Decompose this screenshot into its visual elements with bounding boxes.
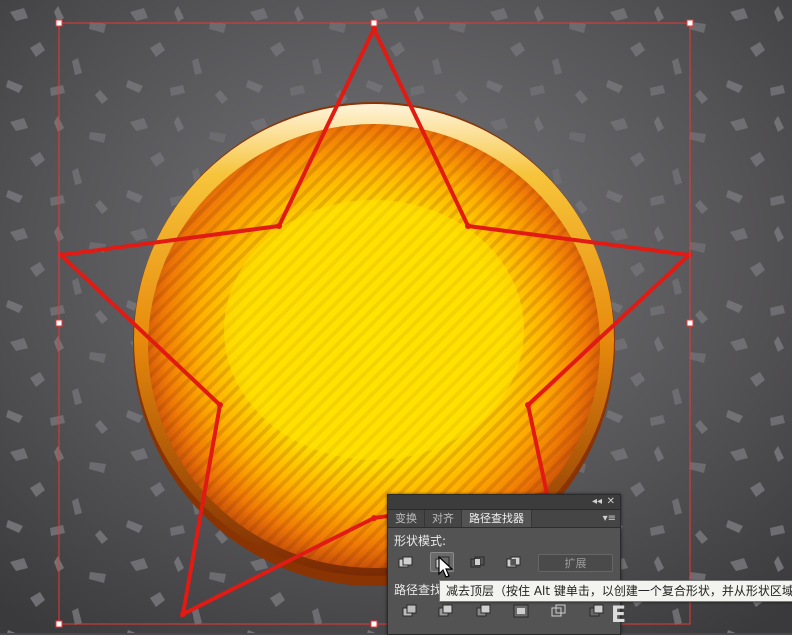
intersect-button[interactable] xyxy=(466,553,490,573)
minus-back-icon xyxy=(589,604,604,617)
trim-button[interactable] xyxy=(434,601,458,621)
pathfinder-panel: ◂◂ ✕ 变换 对齐 路径查找器 ▾≡ 形状模式: 扩展 路径查找 xyxy=(387,494,621,635)
outline-button[interactable] xyxy=(547,601,571,621)
outline-icon xyxy=(551,604,566,617)
trim-icon xyxy=(438,604,453,617)
unite-icon xyxy=(398,556,413,568)
watermark-logo: E xyxy=(611,603,627,628)
tab-transform[interactable]: 变换 xyxy=(388,510,425,527)
unite-button[interactable] xyxy=(394,553,418,573)
close-panel-icon[interactable]: ✕ xyxy=(607,495,615,508)
pathfinders-label: 路径查找 xyxy=(394,583,443,597)
panel-title-bar[interactable]: ◂◂ ✕ xyxy=(388,495,620,510)
exclude-button[interactable] xyxy=(502,553,526,573)
panel-menu-icon[interactable]: ▾≡ xyxy=(603,512,616,525)
intersect-icon xyxy=(470,556,485,568)
panel-tabs: 变换 对齐 路径查找器 ▾≡ xyxy=(388,510,620,528)
tooltip: 减去顶层（按住 Alt 键单击，以创建一个复合形状，并从形状区域 xyxy=(439,580,792,602)
exclude-icon xyxy=(506,556,521,568)
tab-align[interactable]: 对齐 xyxy=(425,510,462,527)
tab-pathfinder[interactable]: 路径查找器 xyxy=(462,510,532,527)
divide-button[interactable] xyxy=(398,601,422,621)
shape-modes-label: 形状模式: xyxy=(394,534,447,548)
expand-button[interactable]: 扩展 xyxy=(538,554,613,572)
crop-button[interactable] xyxy=(509,601,533,621)
merge-icon xyxy=(476,604,491,617)
minus-back-button[interactable] xyxy=(585,601,609,621)
mouse-cursor-icon xyxy=(438,556,454,578)
collapse-panel-icon[interactable]: ◂◂ xyxy=(592,495,602,508)
merge-button[interactable] xyxy=(472,601,496,621)
crop-icon xyxy=(513,604,529,618)
divide-icon xyxy=(402,604,417,617)
